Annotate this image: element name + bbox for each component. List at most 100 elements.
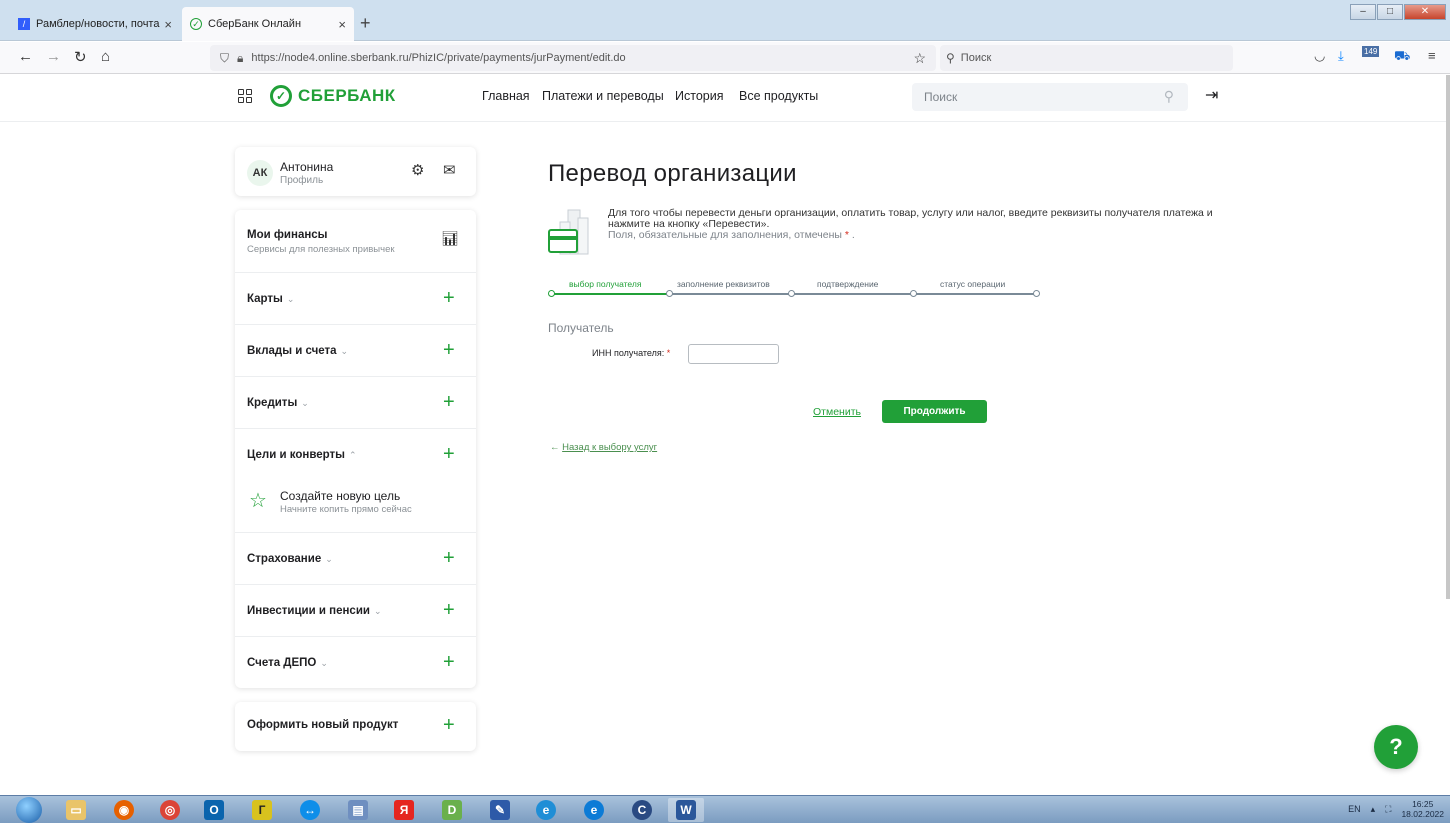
nav-all-products[interactable]: Все продукты [739, 89, 818, 103]
cart-icon[interactable]: ⛟ [1394, 48, 1410, 66]
word-icon[interactable]: W [668, 798, 704, 822]
start-button[interactable] [16, 797, 42, 823]
back-icon[interactable]: ← [18, 48, 33, 65]
scrollbar[interactable] [1446, 75, 1450, 599]
forward-icon[interactable]: → [46, 48, 61, 65]
nav-payments[interactable]: Платежи и переводы [542, 89, 664, 103]
chart-icon[interactable]: 📊︎ [441, 230, 459, 247]
app-icon[interactable]: Г [244, 798, 280, 822]
add-icon[interactable]: + [443, 599, 455, 622]
taskbar: ▭ ◉ ◎ O Г ↔ ▤ Я D ✎ e e C W EN ▴ ⛶ 16:25… [0, 795, 1450, 823]
tray-arrow-icon[interactable]: ▴ [1371, 804, 1376, 815]
step-line [669, 293, 1039, 295]
extension-badge[interactable]: 149 [1362, 46, 1380, 57]
sidebar-item-finances[interactable]: Мои финансы Сервисы для полезных привыче… [235, 210, 476, 273]
teamviewer-icon[interactable]: ↔ [292, 798, 328, 822]
sidebar-item-goals[interactable]: Цели и конверты ⌃ + ☆ Создайте новую цель… [235, 429, 476, 533]
sidebar-menu: Мои финансы Сервисы для полезных привыче… [235, 210, 476, 688]
cancel-link[interactable]: Отменить [813, 406, 861, 418]
system-tray: EN ▴ ⛶ 16:25 18.02.2022 [1348, 799, 1444, 819]
url-bar[interactable]: ⛉ 🔒︎ https://node4.online.sberbank.ru/Ph… [210, 45, 936, 71]
bookmark-star-icon[interactable]: ☆ [913, 50, 926, 67]
home-icon[interactable]: ⌂ [101, 48, 110, 65]
brand-name: СБЕРБАНК [298, 86, 396, 105]
minimize-icon[interactable]: – [1350, 4, 1376, 20]
nav-history[interactable]: История [675, 89, 723, 103]
explorer-icon[interactable]: ▭ [58, 798, 94, 822]
mail-icon[interactable]: ✉ [443, 161, 456, 179]
help-button[interactable]: ? [1374, 725, 1418, 769]
site-search-input[interactable]: Поиск ⚲ [912, 83, 1188, 111]
arrow-left-icon: ← [550, 442, 563, 453]
maximize-icon[interactable]: □ [1377, 4, 1403, 20]
chrome-icon[interactable]: ◎ [152, 798, 188, 822]
label-text: Карты [247, 293, 283, 305]
goal-title[interactable]: Создайте новую цель [280, 489, 400, 503]
add-icon[interactable]: + [443, 651, 455, 674]
inn-field[interactable] [688, 344, 779, 364]
chevron-down-icon: ⌄ [301, 398, 309, 408]
intro-text: Для того чтобы перевести деньги организа… [608, 208, 1248, 241]
close-tab-icon[interactable]: × [164, 17, 172, 32]
app-icon[interactable]: C [624, 798, 660, 822]
label-text: Цели и конверты [247, 449, 345, 461]
tab-rambler[interactable]: / Рамблер/новости, почта и по × [10, 7, 180, 41]
chevron-up-icon: ⌃ [349, 450, 357, 460]
label-text: Кредиты [247, 397, 298, 409]
back-link-text[interactable]: Назад к выбору услуг [562, 442, 657, 453]
nav-main[interactable]: Главная [482, 89, 530, 103]
language-indicator[interactable]: EN [1348, 804, 1361, 814]
browser-search-input[interactable]: ⚲ Поиск [940, 45, 1233, 71]
menu-icon[interactable]: ≡ [1428, 48, 1436, 63]
add-icon[interactable]: + [443, 339, 455, 362]
new-tab-icon[interactable]: + [360, 13, 371, 34]
add-icon[interactable]: + [443, 287, 455, 310]
shield-icon: ⛉ [220, 50, 230, 65]
download-icon[interactable]: ⤓ [1338, 48, 1344, 64]
chevron-down-icon: ⌄ [320, 658, 328, 668]
step-dot [910, 290, 917, 297]
sberbank-logo[interactable]: ✓ СБЕРБАНК [270, 85, 396, 107]
edge-icon[interactable]: e [576, 798, 612, 822]
app-icon[interactable]: D [434, 798, 470, 822]
firefox-icon[interactable]: ◉ [106, 798, 142, 822]
network-icon[interactable]: ⛶ [1385, 804, 1391, 815]
sidebar-item-deposits[interactable]: Вклады и счета ⌄ + [235, 325, 476, 377]
sidebar-item-label: Вклады и счета ⌄ [247, 345, 348, 357]
new-product-label: Оформить новый продукт [247, 719, 399, 731]
tab-sberbank[interactable]: ✓ СберБанк Онлайн × [182, 7, 354, 41]
sidebar-item-depo[interactable]: Счета ДЕПО ⌄ + [235, 637, 476, 688]
close-window-icon[interactable]: ✕ [1404, 4, 1446, 20]
add-icon[interactable]: + [443, 391, 455, 414]
close-tab-icon[interactable]: × [338, 17, 346, 32]
pocket-icon[interactable]: ◡ [1314, 48, 1325, 64]
ie-icon[interactable]: e [528, 798, 564, 822]
yandex-icon[interactable]: Я [386, 798, 422, 822]
add-icon[interactable]: + [443, 443, 455, 466]
sidebar-item-credits[interactable]: Кредиты ⌄ + [235, 377, 476, 429]
clock[interactable]: 16:25 18.02.2022 [1401, 799, 1444, 819]
gear-icon[interactable]: ⚙ [411, 161, 424, 179]
app-icon[interactable]: ▤ [340, 798, 376, 822]
profile-card[interactable]: АК Антонина Профиль ⚙ ✉ [235, 147, 476, 196]
required-mark: * [844, 229, 849, 241]
add-icon[interactable]: + [443, 547, 455, 570]
sidebar-item-label: Цели и конверты ⌃ [247, 449, 357, 461]
sidebar-item-cards[interactable]: Карты ⌄ + [235, 273, 476, 325]
payment-illustration-icon [548, 209, 589, 255]
add-icon[interactable]: + [443, 714, 455, 737]
logout-icon[interactable]: ⇥ [1205, 85, 1218, 105]
reload-icon[interactable]: ↻ [74, 48, 87, 66]
sidebar-item-investments[interactable]: Инвестиции и пенсии ⌄ + [235, 585, 476, 637]
apps-grid-icon[interactable] [238, 89, 252, 103]
sidebar-item-insurance[interactable]: Страхование ⌄ + [235, 533, 476, 585]
back-link[interactable]: ← Назад к выбору услуг [550, 442, 657, 453]
app-icon[interactable]: ✎ [482, 798, 518, 822]
chevron-down-icon: ⌄ [325, 554, 333, 564]
avatar[interactable]: АК [247, 160, 273, 186]
search-icon: ⚲ [946, 51, 955, 65]
progress-steps: выбор получателя заполнение реквизитов п… [548, 279, 1048, 301]
outlook-icon[interactable]: O [196, 798, 232, 822]
continue-button[interactable]: Продолжить [882, 400, 987, 423]
new-product-card[interactable]: Оформить новый продукт + [235, 702, 476, 751]
